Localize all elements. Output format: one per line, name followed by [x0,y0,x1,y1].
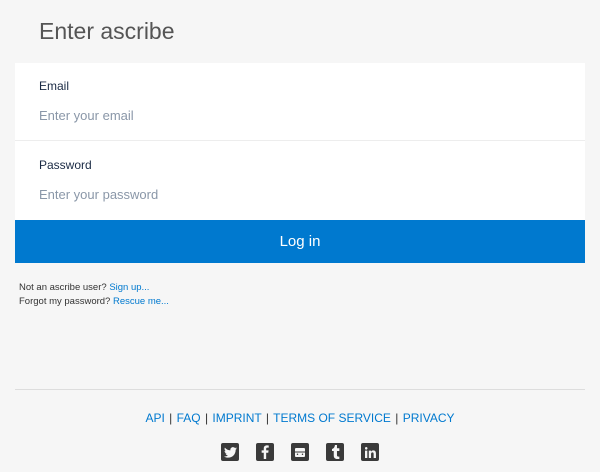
footer-nav: API | FAQ | IMPRINT | TERMS OF SERVICE |… [0,411,600,425]
login-form: Email Password [15,63,585,220]
email-field-group: Email [15,63,585,141]
footer-divider [15,389,585,390]
help-links: Not an ascribe user? Sign up... Forgot m… [19,281,169,309]
email-input[interactable] [39,103,539,127]
footer-link-faq[interactable]: FAQ [177,411,201,425]
login-button[interactable]: Log in [15,220,585,263]
tumblr-icon[interactable] [326,443,344,461]
footer-separator: | [169,411,173,425]
footer-separator: | [395,411,399,425]
forgot-line: Forgot my password? Rescue me... [19,295,169,309]
social-links [0,443,600,461]
signup-line: Not an ascribe user? Sign up... [19,281,169,295]
linkedin-icon[interactable] [361,443,379,461]
footer-link-privacy[interactable]: PRIVACY [403,411,455,425]
forgot-prompt: Forgot my password? [19,296,111,307]
footer-separator: | [204,411,209,425]
password-label: Password [39,158,92,172]
email-label: Email [39,79,70,93]
page-title: Enter ascribe [39,18,175,44]
facebook-icon[interactable] [256,443,274,461]
footer-link-imprint[interactable]: IMPRINT [212,411,261,425]
footer-separator: | [265,411,270,425]
rescue-link[interactable]: Rescue me... [113,296,169,307]
signup-prompt: Not an ascribe user? [19,282,107,293]
github-icon[interactable] [291,443,309,461]
footer-link-api[interactable]: API [145,411,164,425]
password-input[interactable] [39,182,539,206]
signup-link[interactable]: Sign up... [109,282,149,293]
password-field-group: Password [15,142,585,220]
footer-link-terms[interactable]: TERMS OF SERVICE [273,411,391,425]
twitter-icon[interactable] [221,443,239,461]
